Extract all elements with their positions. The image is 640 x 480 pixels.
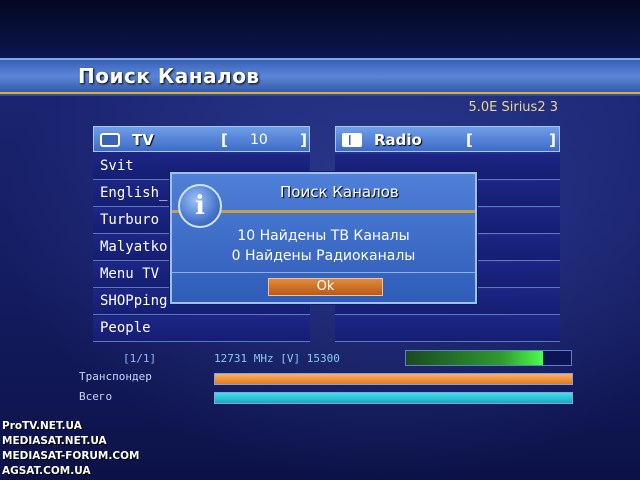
radio-panel-label: Radio bbox=[374, 131, 422, 149]
radio-channel-item[interactable] bbox=[335, 316, 560, 342]
ok-button[interactable]: Ok bbox=[268, 278, 383, 296]
signal-level-bar bbox=[405, 350, 572, 366]
watermark-text: ProTV.NET.UA bbox=[2, 420, 82, 432]
transponder-label: Транспондер bbox=[79, 370, 152, 383]
total-progress-fill bbox=[215, 393, 572, 403]
satellite-name: 5.0E Sirius2 3 bbox=[468, 100, 558, 115]
page-title: Поиск Каналов bbox=[78, 64, 260, 88]
dialog-divider bbox=[172, 272, 475, 273]
tv-count-bracket-left: [ bbox=[221, 131, 228, 149]
title-underline bbox=[0, 92, 640, 94]
radio-count-bracket-left: [ bbox=[466, 131, 473, 149]
watermark-text: MEDIASAT-FORUM.COM bbox=[2, 450, 140, 462]
transponder-progress-bar bbox=[214, 373, 573, 385]
watermark-text: AGSAT.COM.UA bbox=[2, 465, 91, 477]
page-indicator: [1/1] bbox=[123, 352, 157, 365]
tv-found-message: 10 Найдены ТВ Каналы bbox=[237, 228, 410, 244]
total-label: Всего bbox=[79, 390, 113, 403]
tv-panel-header: TV [ 10 ] bbox=[93, 126, 310, 152]
tv-channel-count: 10 bbox=[250, 132, 268, 148]
radio-found-message: 0 Найдены Радиоканалы bbox=[231, 248, 416, 264]
tv-panel-label: TV bbox=[132, 131, 154, 149]
tv-icon bbox=[100, 133, 120, 147]
tv-count-bracket-right: ] bbox=[300, 131, 307, 149]
top-band bbox=[0, 0, 640, 58]
search-result-dialog: i Поиск Каналов 10 Найдены ТВ Каналы 0 Н… bbox=[170, 172, 477, 304]
info-icon: i bbox=[178, 184, 222, 228]
signal-level-fill bbox=[406, 351, 543, 365]
tv-channel-item[interactable]: People bbox=[93, 316, 310, 342]
radio-panel-header: Radio [ ] bbox=[335, 126, 560, 152]
watermark-text: MEDIASAT.NET.UA bbox=[2, 435, 107, 447]
radio-icon bbox=[342, 133, 362, 147]
channel-search-screen: Поиск Каналов 5.0E Sirius2 3 TV [ 10 ] S… bbox=[0, 0, 640, 480]
radio-count-bracket-right: ] bbox=[549, 131, 556, 149]
transponder-progress-fill bbox=[215, 374, 572, 384]
total-progress-bar bbox=[214, 392, 573, 404]
dialog-title: Поиск Каналов bbox=[280, 183, 399, 201]
transponder-info: 12731 MHz [V] 15300 bbox=[214, 352, 340, 365]
